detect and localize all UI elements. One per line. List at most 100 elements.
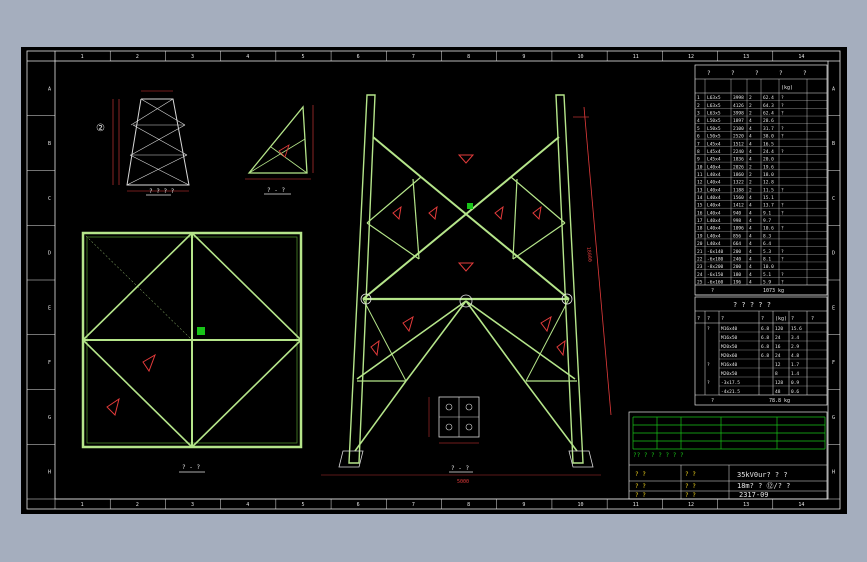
bolt-cell: 12 (775, 362, 781, 368)
material-cell: 4 (749, 249, 752, 255)
material-cell: 4 (749, 134, 752, 140)
material-cell: 64.3 (763, 103, 774, 109)
material-cell: 14 (697, 195, 703, 201)
row-label-right: G (832, 415, 835, 421)
material-cell: ? (781, 103, 784, 109)
material-cell: 15 (697, 203, 703, 209)
material-cell: 1 (697, 95, 700, 101)
material-cell: ? (781, 149, 784, 155)
drawing-sheet: 1 1 2 2 3 3 4 4 5 5 6 6 7 7 8 8 9 9 10 10 11 11 12 12 13 13 14 14 A… (21, 47, 847, 514)
small-elevation-label: ? ? ? ? (149, 188, 175, 195)
bolt-cell: 48 (775, 389, 781, 395)
material-cell: ? (781, 280, 784, 286)
material-cell: ? (781, 134, 784, 140)
material-cell: 20 (697, 241, 703, 247)
bolt-header-cell: ? (791, 316, 794, 322)
material-cell: 196 (733, 280, 741, 286)
material-cell: 5.1 (763, 272, 771, 278)
material-total-label: ? (711, 288, 714, 294)
column-label-bottom: 10 (578, 502, 584, 508)
material-cell: 5 (697, 126, 700, 132)
small-triangle-label: ? - ? (267, 187, 285, 194)
material-cell: 13.7 (763, 203, 774, 209)
material-cell: -8x200 (707, 264, 724, 270)
material-cell: L40x4 (707, 187, 721, 193)
material-cell: 1897 (733, 118, 744, 124)
material-cell: 2 (749, 187, 752, 193)
material-cell: 15.1 (763, 195, 774, 201)
material-cell: ? (781, 256, 784, 262)
bolt-cell: -4x21.5 (721, 389, 740, 395)
material-cell: 1836 (733, 157, 744, 163)
bolt-cell: 120 (775, 326, 783, 332)
material-cell: 6 (697, 134, 700, 140)
material-cell: 2240 (733, 149, 744, 155)
material-cell: 1860 (733, 172, 744, 178)
material-cell: 2 (697, 103, 700, 109)
material-cell: 180 (733, 272, 741, 278)
column-label-bottom: 4 (246, 502, 249, 508)
material-cell: 9.7 (763, 218, 771, 224)
column-label-bottom: 9 (522, 502, 525, 508)
bolt-cell: 6.8 (761, 326, 769, 332)
material-cell: L45x4 (707, 141, 721, 147)
bolt-cell: 4.8 (791, 353, 799, 359)
material-cell: 9 (697, 157, 700, 163)
bolt-cell: 1.4 (791, 371, 799, 377)
material-cell: 4 (749, 210, 752, 216)
bolt-cell: 0.9 (791, 380, 799, 386)
bolt-cell: 2.9 (791, 344, 799, 350)
column-index-marks: 11223344556677889910101111121213131414 (54, 51, 804, 509)
material-cell: 62.4 (763, 111, 774, 117)
material-cell: 4126 (733, 103, 744, 109)
bolt-table-rows: ? M16x40 6.8 120 15.6 M16x50 6.8 24 3.4 M20x50 6.8… (707, 326, 827, 396)
material-cell: 4 (749, 141, 752, 147)
material-cell: -6x180 (707, 256, 724, 262)
material-cell: L40x4 (707, 164, 721, 170)
title-label-left-2: ? ? (635, 483, 646, 490)
material-table-header: ????? (707, 70, 807, 77)
material-cell: 3998 (733, 111, 744, 117)
material-cell: -6x150 (707, 272, 724, 278)
base-plate-detail (428, 396, 480, 473)
material-header-cell: ? (731, 70, 735, 77)
bolt-table (694, 296, 828, 406)
tower-elevation (321, 94, 612, 476)
material-cell: 2520 (733, 134, 744, 140)
material-cell: 4 (749, 233, 752, 239)
material-cell: ? (781, 210, 784, 216)
material-cell: 3 (697, 111, 700, 117)
column-label-top: 1 (81, 54, 84, 60)
title-label-left-1: ? ? (635, 471, 646, 478)
bolt-cell: ? (707, 362, 710, 368)
material-cell: 38.0 (763, 134, 774, 140)
row-label-right: F (832, 360, 835, 366)
material-cell: L40x4 (707, 195, 721, 201)
material-cell: 1322 (733, 180, 744, 186)
drawing-number: 2317-09 (739, 491, 769, 499)
material-cell: 24.4 (763, 149, 774, 155)
material-total-value: 1073 kg (763, 288, 784, 294)
bolt-header-cell: ? (811, 316, 814, 322)
title-label-mid-1: ? ? (685, 471, 696, 478)
material-cell: 4 (749, 256, 752, 262)
column-label-top: 14 (798, 54, 804, 60)
bolt-cell: M16x40 (721, 326, 738, 332)
material-cell: 240 (733, 256, 741, 262)
material-cell: L40x4 (707, 180, 721, 186)
material-cell: 1096 (733, 226, 744, 232)
bolt-total-label: ? (711, 398, 714, 404)
material-cell: -6x140 (707, 249, 724, 255)
column-label-bottom: 11 (633, 502, 639, 508)
material-cell: 4 (749, 226, 752, 232)
material-cell: ? (781, 187, 784, 193)
material-cell: 5.9 (763, 280, 771, 286)
material-cell: 7 (697, 141, 700, 147)
cad-canvas[interactable]: 11223344556677889910101111121213131414 A… (21, 47, 847, 514)
bolt-cell: 6.8 (761, 335, 769, 341)
material-cell: 28.6 (763, 118, 774, 124)
bolt-cell: M16x40 (721, 362, 738, 368)
material-cell: 2 (749, 111, 752, 117)
row-label-right: B (832, 141, 835, 147)
material-cell: ? (781, 111, 784, 117)
